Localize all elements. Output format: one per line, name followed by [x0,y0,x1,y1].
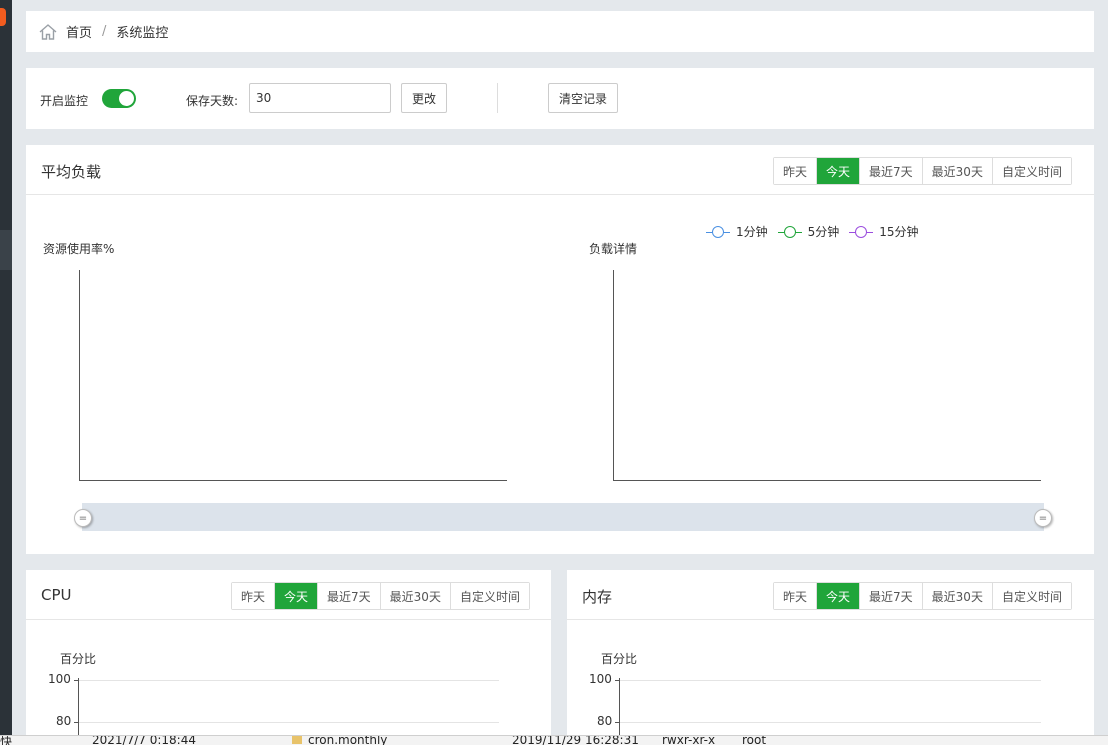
underlying-window-strip: 快 2021/7/7 0:18:44 cron.monthly 2019/11/… [0,735,1108,745]
grid-line [620,680,1041,681]
time-range-tabs: 昨天 今天 最近7天 最近30天 自定义时间 [773,157,1072,185]
time-range-tabs: 昨天 今天 最近7天 最近30天 自定义时间 [773,582,1072,610]
zoom-handle-right[interactable]: = [1034,509,1052,527]
toggle-knob [119,91,134,106]
legend-label: 15分钟 [879,225,919,239]
grid-line [79,722,499,723]
cpu-panel: CPU 昨天 今天 最近7天 最近30天 自定义时间 百分比 100 80 [26,570,551,745]
legend-marker [777,225,802,238]
y-tick-label: 80 [56,714,72,728]
right-axis-title: 负载详情 [589,242,638,256]
left-axis-title: 资源使用率% [43,242,115,256]
panel-header: CPU 昨天 今天 最近7天 最近30天 自定义时间 [26,570,551,620]
panel-title: CPU [41,586,72,604]
underlying-owner: root [742,735,767,745]
zoom-slider-track[interactable] [82,503,1044,531]
tab-last-7-days[interactable]: 最近7天 [318,583,381,609]
sidebar-badge [0,8,6,26]
y-axis-title: 百分比 [601,652,638,666]
monitor-toggle[interactable] [102,89,136,108]
tab-custom-time[interactable]: 自定义时间 [992,158,1071,184]
y-tick-label: 100 [48,672,71,686]
tab-yesterday[interactable]: 昨天 [774,158,818,184]
underlying-fragment: 快 [0,735,13,745]
tab-last-30-days[interactable]: 最近30天 [922,158,993,184]
breadcrumb-home[interactable]: 首页 [66,22,92,41]
legend-item-15min[interactable]: 15分钟 [849,223,919,240]
panel-header: 内存 昨天 今天 最近7天 最近30天 自定义时间 [567,570,1094,620]
grid-line [620,722,1041,723]
sidebar-active-item[interactable] [0,230,12,270]
days-label: 保存天数: [186,94,239,108]
tab-yesterday[interactable]: 昨天 [232,583,276,609]
tab-today[interactable]: 今天 [817,583,861,609]
panel-title: 内存 [582,588,613,606]
tab-custom-time[interactable]: 自定义时间 [992,583,1071,609]
average-load-panel: 平均负载 昨天 今天 最近7天 最近30天 自定义时间 1分钟 5分钟 15分钟 [26,145,1094,554]
left-y-axis [79,270,80,481]
right-y-axis [613,270,614,481]
right-x-axis [613,480,1041,481]
breadcrumb: 首页 / 系统监控 [26,11,1094,52]
legend-label: 1分钟 [736,225,768,239]
home-icon[interactable] [38,22,58,42]
y-axis-title: 百分比 [60,652,97,666]
monitor-label: 开启监控 [40,94,89,108]
zoom-handle-left[interactable]: = [74,509,92,527]
tab-custom-time[interactable]: 自定义时间 [450,583,529,609]
left-x-axis [79,480,507,481]
legend-marker [706,225,730,238]
tab-today[interactable]: 今天 [817,158,861,184]
breadcrumb-current: 系统监控 [116,26,169,41]
legend-item-1min[interactable]: 1分钟 [706,223,768,240]
chart-legend: 1分钟 5分钟 15分钟 [706,223,919,240]
time-range-tabs: 昨天 今天 最近7天 最近30天 自定义时间 [231,582,530,610]
breadcrumb-separator: / [102,24,107,39]
y-tick-label: 100 [589,672,612,686]
tab-today[interactable]: 今天 [275,583,319,609]
days-input[interactable] [249,83,391,113]
tab-last-30-days[interactable]: 最近30天 [380,583,451,609]
folder-icon [292,736,302,744]
legend-label: 5分钟 [807,225,840,239]
panel-header: 平均负载 昨天 今天 最近7天 最近30天 自定义时间 [26,145,1094,195]
memory-panel: 内存 昨天 今天 最近7天 最近30天 自定义时间 百分比 100 80 [567,570,1094,745]
underlying-date: 2021/7/7 0:18:44 [92,735,196,745]
underlying-mtime: 2019/11/29 16:28:31 [512,735,639,745]
y-tick-label: 80 [597,714,613,728]
grid-line [79,680,499,681]
sidebar-edge [0,0,12,745]
tab-last-30-days[interactable]: 最近30天 [922,583,993,609]
legend-marker [849,225,874,238]
tab-yesterday[interactable]: 昨天 [774,583,818,609]
clear-records-button[interactable]: 清空记录 [548,83,618,113]
underlying-filename[interactable]: cron.monthly [308,736,387,745]
panel-title: 平均负载 [41,163,102,181]
change-button[interactable]: 更改 [401,83,447,113]
legend-item-5min[interactable]: 5分钟 [777,223,840,240]
tab-last-7-days[interactable]: 最近7天 [860,158,923,184]
tab-last-7-days[interactable]: 最近7天 [860,583,923,609]
divider [497,83,498,113]
monitor-controls: 开启监控 保存天数: 更改 清空记录 [26,68,1094,129]
underlying-permission: rwxr-xr-x [662,735,716,745]
